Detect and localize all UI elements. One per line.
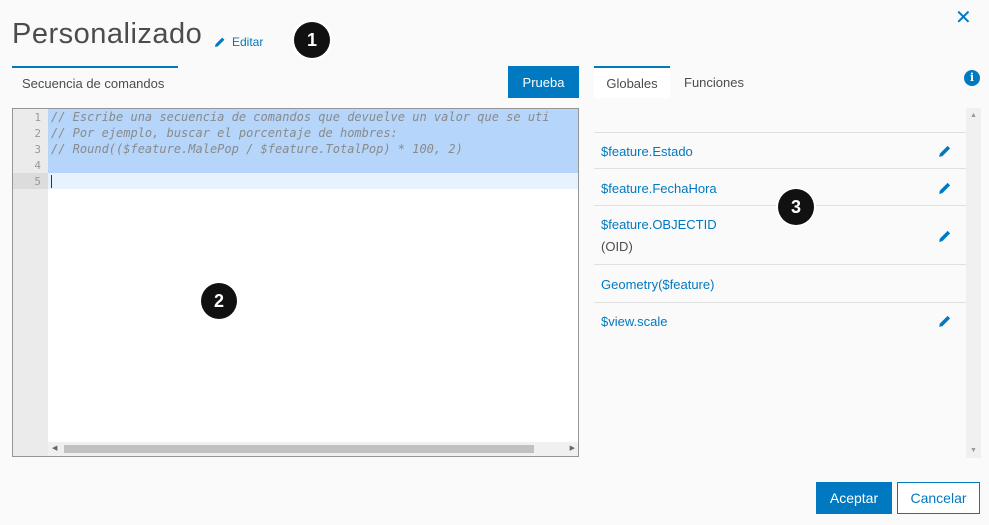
global-variable-label[interactable]: $feature.FechaHora bbox=[601, 181, 717, 196]
callout-badge-2: 2 bbox=[201, 283, 237, 319]
pencil-icon[interactable] bbox=[938, 229, 952, 243]
list-item[interactable]: $view.scale bbox=[594, 302, 966, 341]
test-button[interactable]: Prueba bbox=[508, 66, 579, 98]
pencil-icon[interactable] bbox=[938, 181, 952, 195]
list-item[interactable]: $feature.Estado bbox=[594, 132, 966, 169]
callout-badge-1: 1 bbox=[294, 22, 330, 58]
tab-script[interactable]: Secuencia de comandos bbox=[12, 66, 178, 96]
scroll-left-icon[interactable]: ◀ bbox=[52, 442, 57, 456]
list-item[interactable]: Geometry($feature) bbox=[594, 264, 966, 303]
text-caret bbox=[51, 175, 52, 188]
global-variable-label[interactable]: $view.scale bbox=[601, 314, 667, 329]
global-variable-label[interactable]: $feature.OBJECTID bbox=[601, 217, 717, 232]
line-number: 1 bbox=[34, 111, 41, 124]
line-number: 5 bbox=[34, 175, 41, 188]
callout-badge-3: 3 bbox=[778, 189, 814, 225]
line-number: 3 bbox=[34, 143, 41, 156]
close-icon[interactable]: ✕ bbox=[955, 8, 972, 28]
scrollbar-thumb[interactable] bbox=[64, 445, 534, 453]
cancel-button[interactable]: Cancelar bbox=[897, 482, 980, 514]
code-line: // Escribe una secuencia de comandos que… bbox=[51, 110, 550, 124]
global-variable-label[interactable]: Geometry($feature) bbox=[601, 277, 714, 292]
scroll-right-icon[interactable]: ▶ bbox=[570, 442, 575, 456]
pencil-icon[interactable] bbox=[938, 144, 952, 158]
globals-panel: $feature.Estado $feature.FechaHora $feat… bbox=[594, 108, 966, 458]
global-variable-type: (OID) bbox=[601, 239, 633, 254]
active-line bbox=[48, 173, 578, 189]
line-number: 2 bbox=[34, 127, 41, 140]
code-line: // Por ejemplo, buscar el porcentaje de … bbox=[51, 126, 398, 140]
code-line: // Round(($feature.MalePop / $feature.To… bbox=[51, 142, 463, 156]
tab-globals[interactable]: Globales bbox=[594, 66, 670, 98]
info-icon[interactable]: i bbox=[964, 70, 980, 86]
pencil-icon bbox=[215, 37, 225, 47]
vertical-scrollbar[interactable]: ▲ ▼ bbox=[966, 108, 981, 458]
scroll-down-icon[interactable]: ▼ bbox=[970, 447, 977, 454]
ok-button[interactable]: Aceptar bbox=[816, 482, 892, 514]
horizontal-scrollbar[interactable]: ◀ ▶ bbox=[48, 442, 578, 456]
edit-label: Editar bbox=[232, 35, 264, 49]
global-variable-label[interactable]: $feature.Estado bbox=[601, 144, 693, 159]
pencil-icon[interactable] bbox=[938, 314, 952, 328]
edit-title-link[interactable]: Editar bbox=[214, 35, 263, 49]
tab-functions[interactable]: Funciones bbox=[672, 66, 756, 98]
code-editor[interactable]: 1 2 3 4 5 // Escribe una secuencia de co… bbox=[12, 108, 579, 457]
scroll-up-icon[interactable]: ▲ bbox=[970, 112, 977, 119]
dialog-title: Personalizado bbox=[12, 18, 203, 50]
line-number: 4 bbox=[34, 159, 41, 172]
